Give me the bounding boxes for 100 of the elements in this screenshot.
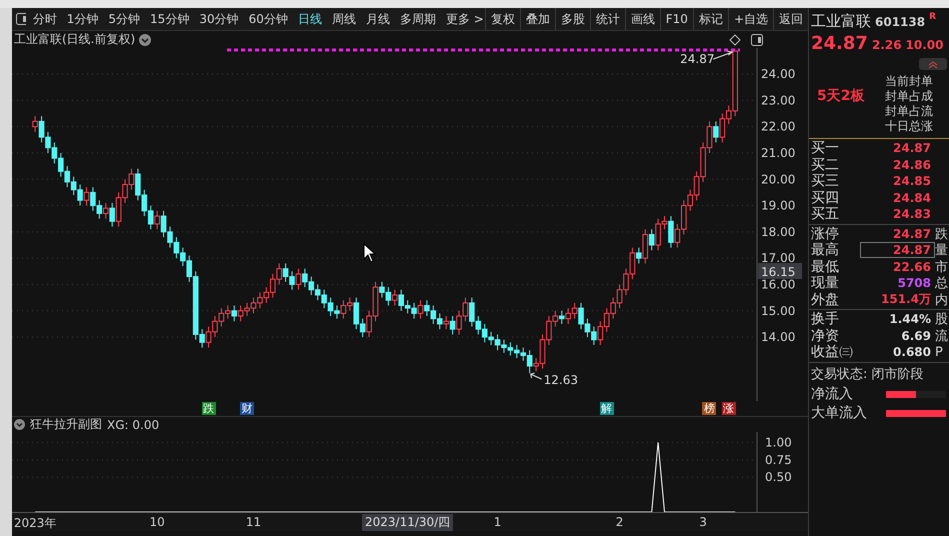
event-marker[interactable]: 解	[600, 402, 614, 415]
stat-label: 外盘	[810, 290, 840, 309]
stat-value: 22.66	[892, 260, 932, 274]
price-axis-label: 20.00	[761, 172, 796, 186]
price-axis-label: 23.00	[761, 93, 796, 108]
stat-label: 现量	[810, 274, 840, 292]
period-tab[interactable]: 多周期	[398, 10, 437, 28]
date-axis-label: 3	[699, 515, 707, 529]
indicator-axis-label: 0.50	[765, 470, 792, 484]
price-axis-label: 21.00	[761, 146, 796, 160]
limit-up-streak: 5天2板	[816, 87, 866, 105]
chart-title: 工业富联(日线.前复权)	[14, 31, 136, 48]
stat-label: 量	[934, 242, 948, 260]
dropdown-icon[interactable]	[139, 34, 152, 46]
event-marker[interactable]: 榜	[702, 402, 716, 415]
price-axis-label: 16.00	[761, 277, 796, 292]
change-percent: 10.00	[906, 38, 944, 52]
event-marker[interactable]: 跌	[202, 402, 216, 415]
period-tab[interactable]: 月线	[364, 10, 391, 28]
stat-label: 总	[934, 275, 948, 292]
stat-value: 5708	[896, 276, 932, 290]
toolbar-button[interactable]: F10	[660, 8, 693, 30]
stat-value: 24.87	[892, 226, 932, 241]
price-axis-label: 17.00	[761, 251, 796, 266]
stat-label: 最高	[810, 241, 840, 260]
date-axis-label: 2	[616, 515, 624, 529]
date-axis-label: 11	[246, 515, 262, 529]
stat-value: 6.69	[900, 328, 932, 343]
price-axis-label: 14.00	[761, 330, 796, 344]
panel-toggle-icon[interactable]	[16, 13, 26, 25]
leader-line	[712, 50, 734, 60]
seal-order-label: 封单占成	[885, 89, 933, 104]
trade-status: 交易状态: 闭市阶段	[810, 366, 925, 384]
stat-value: 151.4万	[880, 291, 932, 308]
stat-label: P	[934, 344, 943, 360]
period-tab[interactable]: 周线	[330, 10, 357, 28]
dropdown-icon[interactable]	[14, 419, 25, 430]
date-axis-label: 2023年	[14, 515, 56, 532]
stat-label: 内	[934, 292, 948, 309]
toolbar-button[interactable]: 叠加	[520, 8, 555, 30]
toolbar-button[interactable]: +自选	[728, 8, 773, 30]
toolbar-button[interactable]: 返回	[773, 8, 808, 30]
toolbar-button[interactable]: 画线	[624, 8, 660, 30]
toolbar-button[interactable]: 多股	[554, 8, 590, 30]
seal-order-label: 当前封单	[885, 74, 933, 89]
seal-order-label: 封单占流	[885, 104, 933, 119]
date-axis-label: 10	[150, 515, 165, 529]
stat-label: 净资	[810, 326, 840, 344]
panel-toggle-icon[interactable]	[751, 34, 763, 46]
price-change: 2.26	[872, 38, 902, 52]
period-tab[interactable]: 日线	[296, 10, 323, 28]
collapse-icon[interactable]	[919, 58, 947, 70]
bid-price: 24.86	[892, 158, 932, 172]
diamond-icon[interactable]	[729, 34, 741, 46]
stock-tag-label: R	[929, 12, 936, 22]
toolbar-button[interactable]: 复权	[484, 8, 520, 30]
price-axis-label: 24.00	[761, 67, 796, 82]
indicator-axis-label: 0.75	[765, 452, 792, 467]
period-tab[interactable]: 5分钟	[107, 10, 142, 28]
bid-price: 24.84	[892, 190, 932, 205]
bid-label: 买二	[810, 156, 840, 174]
stat-label: 市	[934, 258, 948, 276]
high-price-label: 24.87	[680, 52, 715, 66]
period-tab[interactable]: 60分钟	[248, 10, 289, 28]
bid-price: 24.85	[892, 174, 932, 188]
low-price-label: 12.63	[544, 373, 578, 388]
leader-line	[530, 372, 542, 380]
flow-label: 大单流入	[810, 404, 868, 422]
period-tab[interactable]: 1分钟	[66, 10, 100, 28]
bid-label: 买四	[810, 188, 840, 207]
last-price: 24.87	[811, 33, 868, 54]
price-axis-label: 18.00	[761, 224, 796, 239]
stat-label: 涨停	[810, 224, 840, 242]
bid-price: 24.87	[892, 141, 932, 156]
event-marker[interactable]: 涨	[722, 402, 736, 415]
stat-label: 跌	[934, 226, 948, 243]
toolbar-button[interactable]: 标记	[692, 8, 728, 30]
price-axis-label: 22.00	[761, 120, 796, 134]
stat-value: 0.680	[892, 345, 932, 360]
stat-value: 1.44%	[888, 312, 932, 326]
stat-label: 收益㈢	[810, 343, 854, 362]
price-axis-label: 15.00	[761, 304, 796, 318]
bid-label: 买三	[810, 172, 840, 190]
stat-value: 24.87	[861, 243, 934, 258]
mouse-cursor-icon	[364, 242, 376, 263]
period-tab[interactable]: 更多 >	[444, 10, 485, 28]
event-marker[interactable]: 财	[240, 402, 254, 415]
toolbar-button[interactable]: 统计	[590, 8, 625, 30]
flow-label: 净流入	[810, 385, 854, 403]
price-axis-label: 19.00	[761, 198, 796, 213]
period-tab[interactable]: 分时	[32, 10, 58, 28]
cursor-date-label: 2023/11/30/四	[362, 514, 454, 531]
bid-label: 买一	[810, 139, 840, 158]
indicator-reading: XG: 0.00	[107, 418, 160, 432]
stock-code: 601138	[875, 15, 926, 29]
period-tab[interactable]: 15分钟	[149, 10, 190, 28]
period-tab[interactable]: 30分钟	[198, 10, 240, 28]
bid-label: 买五	[810, 205, 840, 224]
bid-price: 24.83	[892, 207, 932, 222]
cursor-price-tag: 16.15	[758, 263, 802, 279]
